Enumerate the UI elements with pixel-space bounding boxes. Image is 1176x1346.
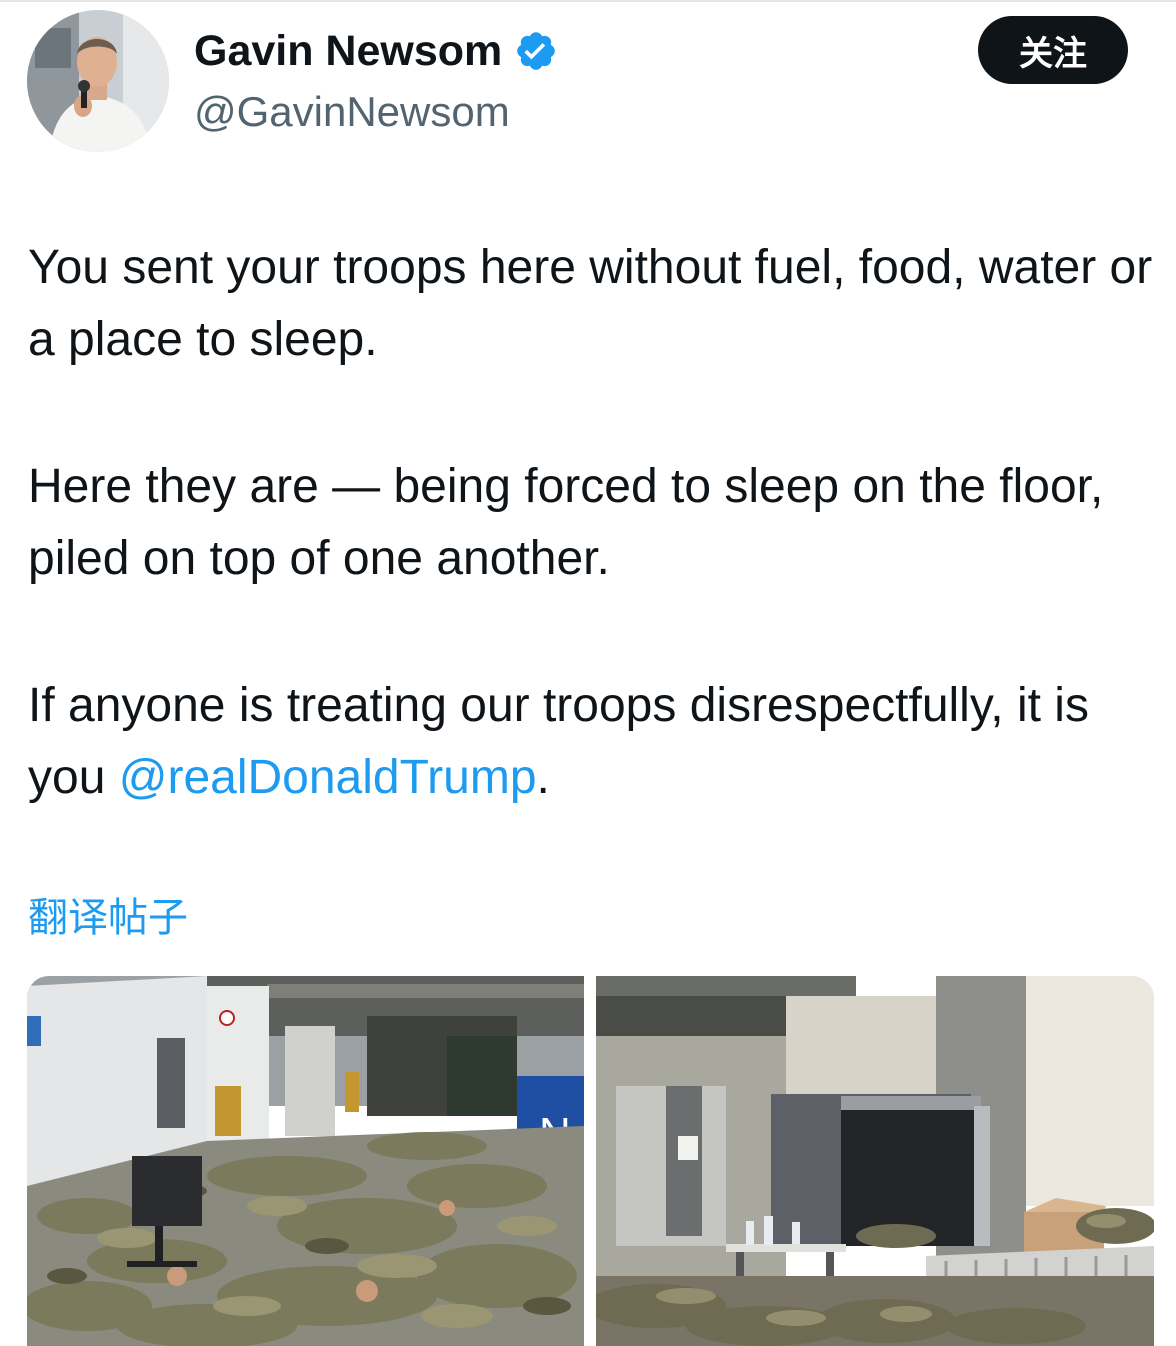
tweet-text-fragment: . <box>536 751 550 804</box>
author-name-text[interactable]: Gavin Newsom <box>194 26 502 76</box>
top-divider <box>0 0 1176 2</box>
avatar[interactable] <box>27 10 169 152</box>
author-handle[interactable]: @GavinNewsom <box>194 88 510 136</box>
follow-button[interactable]: 关注 <box>978 16 1128 84</box>
tweet-page: Gavin Newsom @GavinNewsom 关注 You sent yo… <box>0 0 1176 1346</box>
tweet-text: You sent your troops here without fuel, … <box>28 232 1158 814</box>
media-grid: N <box>27 976 1154 1346</box>
tweet-paragraph: You sent your troops here without fuel, … <box>28 241 1153 366</box>
translate-post-link[interactable]: 翻译帖子 <box>28 890 188 946</box>
tweet-paragraph: Here they are — being forced to sleep on… <box>28 460 1104 585</box>
tweet-photo-2[interactable] <box>596 976 1154 1346</box>
mention-link[interactable]: @realDonaldTrump <box>119 751 537 804</box>
tweet-paragraph-last: If anyone is treating our troops disresp… <box>28 670 1158 814</box>
author-display-name[interactable]: Gavin Newsom <box>194 26 558 76</box>
tweet-photo-1[interactable]: N <box>27 976 584 1346</box>
verified-badge-icon <box>514 29 558 73</box>
